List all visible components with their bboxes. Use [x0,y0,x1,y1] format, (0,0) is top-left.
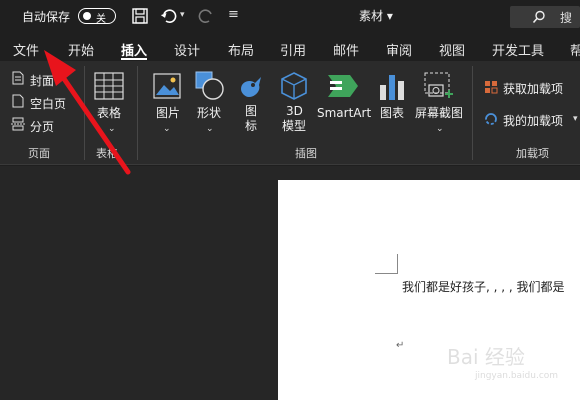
smartart-button[interactable]: SmartArt [317,106,371,121]
tab-mailings[interactable]: 邮件 [333,40,359,59]
blank-page-button[interactable]: 空白页 [30,95,66,112]
toggle-knob [83,12,91,20]
get-addins-button[interactable]: 获取加载项 [503,80,563,97]
tab-developer[interactable]: 开发工具 [492,40,544,59]
group-divider [137,66,138,160]
paragraph-mark: ↵ [396,340,405,351]
tab-review[interactable]: 审阅 [386,40,412,59]
chart-icon[interactable] [379,71,405,101]
autosave-label: 自动保存 [22,10,71,24]
baidu-watermark: Bai 经验 jingyan.baidu.com [447,345,558,381]
document-text[interactable]: 我们都是好孩子, , , , 我们都是 [402,278,565,295]
illustrations-group-label: 插图 [295,147,317,160]
tab-home[interactable]: 开始 [68,40,94,59]
addins-group-label: 加载项 [516,147,549,160]
autosave-state: 关 [96,14,106,25]
shapes-dropdown-icon[interactable]: ⌄ [206,122,214,137]
screenshot-button[interactable]: 屏幕截图 [415,106,463,121]
redo-icon[interactable] [196,6,216,26]
tab-design[interactable]: 设计 [174,40,200,59]
my-addins-dropdown-icon[interactable]: ▾ [573,114,578,124]
table-dropdown-icon[interactable]: ⌄ [108,122,116,137]
customize-toolbar-icon[interactable]: ≡ [228,7,248,27]
tab-view[interactable]: 视图 [439,40,465,59]
pages-group-label: 页面 [28,147,50,160]
title-bar: 自动保存 关 ▾ ≡ 素材 ▾ 搜 [0,0,580,33]
tab-file[interactable]: 文件 [13,40,39,59]
tab-insert[interactable]: 插入 [121,40,147,59]
margin-corner-mark [397,254,398,274]
blank-page-icon [12,94,24,108]
shapes-button[interactable]: 形状 [197,106,221,121]
table-group-label: 表格 [96,147,118,160]
tab-references[interactable]: 引用 [280,40,306,59]
margin-corner-mark [375,273,397,274]
my-addins-button[interactable]: 我的加载项 [503,112,563,129]
tab-layout[interactable]: 布局 [228,40,254,59]
smartart-icon[interactable] [326,73,360,99]
icons-button-line1[interactable]: 图 [245,104,257,119]
screenshot-dropdown-icon[interactable]: ⌄ [436,122,444,137]
cover-page-button[interactable]: 封面 [30,72,54,89]
search-icon [532,10,545,24]
search-box[interactable]: 搜 [510,6,580,28]
ribbon-tabs: 文件 开始 插入 设计 布局 引用 邮件 审阅 视图 开发工具 帮 [0,33,580,61]
icons-button-line2[interactable]: 标 [245,119,257,134]
document-title[interactable]: 素材 ▾ [359,7,393,24]
shapes-icon[interactable] [195,71,225,101]
page-break-icon [11,117,25,131]
save-icon[interactable] [130,6,150,26]
tab-help[interactable]: 帮 [570,40,580,59]
active-tab-indicator [121,58,147,60]
table-icon[interactable] [94,72,124,100]
group-divider [472,66,473,160]
3d-model-button-line2[interactable]: 模型 [282,119,306,134]
table-button[interactable]: 表格 [97,106,121,121]
group-divider [84,66,85,160]
get-addins-icon [485,81,498,94]
3d-model-button-line1[interactable]: 3D [286,104,303,119]
undo-icon[interactable] [159,6,179,26]
chart-button[interactable]: 图表 [380,106,404,121]
watermark-text: Bai 经验 [447,345,525,369]
3d-model-icon[interactable] [279,71,309,101]
watermark-url: jingyan.baidu.com [474,371,558,381]
search-label: 搜 [560,11,573,25]
cover-page-icon [12,71,24,85]
picture-icon[interactable] [153,73,181,99]
screenshot-icon[interactable] [423,71,455,101]
page-break-button[interactable]: 分页 [30,118,54,135]
autosave-toggle[interactable]: 关 [78,8,116,25]
picture-button[interactable]: 图片 [156,106,180,121]
my-addins-icon [485,113,497,125]
picture-dropdown-icon[interactable]: ⌄ [163,122,171,137]
icons-icon[interactable] [237,71,265,101]
